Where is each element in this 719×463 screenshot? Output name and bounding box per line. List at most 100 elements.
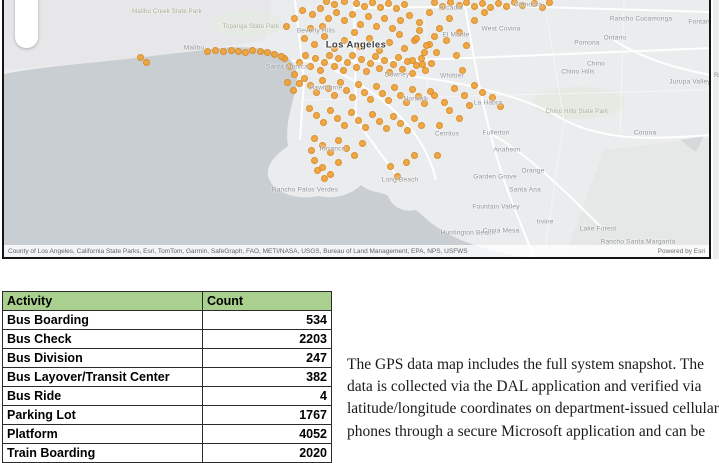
gps-point <box>366 95 374 103</box>
map-attribution-bar: County of Los Angeles, California State … <box>4 245 709 257</box>
gps-point <box>211 46 219 54</box>
city-label: Hawthorne <box>309 84 343 92</box>
gps-point <box>372 22 380 30</box>
city-label: Jurupa Valley <box>669 78 709 86</box>
table-row: Bus Ride 4 <box>2 386 332 406</box>
gps-point <box>311 54 319 62</box>
map-attribution-text: County of Los Angeles, California State … <box>8 247 468 255</box>
gps-point <box>412 34 420 42</box>
gps-point <box>348 93 356 101</box>
gps-point <box>364 12 372 20</box>
gps-point <box>415 18 423 26</box>
count-cell: 4 <box>202 386 332 406</box>
city-label: Pomona <box>574 39 600 47</box>
gps-point <box>394 53 402 61</box>
gps-point <box>418 60 426 68</box>
gps-point <box>392 4 400 12</box>
city-label: Cerritos <box>434 130 460 138</box>
gps-point <box>334 54 342 62</box>
city-label: Irvine <box>536 218 554 226</box>
gps-point <box>384 0 392 7</box>
gps-point <box>388 24 396 32</box>
gps-point <box>358 139 366 147</box>
city-label: Santa Ana <box>509 186 541 194</box>
gps-point <box>408 56 416 64</box>
gps-point <box>427 59 435 67</box>
activity-cell: Bus Division <box>2 348 203 368</box>
gps-point <box>390 83 398 91</box>
gps-point <box>356 20 364 28</box>
city-label: Lake Forest <box>579 225 617 233</box>
search-icon[interactable] <box>18 7 35 24</box>
gps-point <box>368 0 376 6</box>
gps-point <box>322 0 330 5</box>
gps-map[interactable]: Los Angeles Beverly Hills Santa Monica Mali… <box>4 0 709 257</box>
gps-point <box>375 117 383 125</box>
count-cell: 534 <box>202 310 332 330</box>
gps-point <box>360 2 368 10</box>
gps-point <box>430 0 438 6</box>
city-label: Whittier <box>440 72 464 80</box>
gps-point <box>350 151 358 159</box>
count-cell: 382 <box>202 367 332 387</box>
count-cell: 2020 <box>202 443 332 463</box>
gps-point <box>415 26 423 34</box>
gps-point <box>290 14 298 22</box>
gps-point <box>248 46 256 54</box>
activity-column-header: Activity <box>2 291 203 311</box>
gps-point <box>307 146 315 154</box>
gps-point <box>372 82 380 90</box>
gps-point <box>366 59 374 67</box>
gps-point <box>310 156 318 164</box>
gps-point <box>256 47 264 55</box>
city-label: Rancho Cucamonga <box>609 15 673 23</box>
gps-point <box>263 48 271 56</box>
gps-point <box>295 79 303 87</box>
city-label: Beverly Hills <box>296 27 336 35</box>
gps-point <box>384 96 392 104</box>
count-cell: 247 <box>202 348 332 368</box>
gps-point <box>371 52 379 60</box>
gps-point <box>332 8 340 16</box>
table-row: Platform 4052 <box>2 424 332 444</box>
gps-point <box>316 66 324 74</box>
bookmark-icon[interactable] <box>18 0 35 4</box>
activity-cell: Bus Check <box>2 329 203 349</box>
gps-point <box>420 48 428 56</box>
gps-point <box>400 0 408 8</box>
count-column-header: Count <box>202 291 332 311</box>
gps-point <box>326 170 334 178</box>
count-cell: 2203 <box>202 329 332 349</box>
table-row: Bus Division 247 <box>2 348 332 368</box>
map-edge-sliver: Riverside <box>713 0 719 259</box>
activity-cell: Train Boarding <box>2 443 203 463</box>
gps-point <box>395 30 403 38</box>
city-label: Chino Hills <box>561 68 595 76</box>
city-label: West Covina <box>481 25 521 33</box>
city-label: Topanga State Park <box>222 24 280 30</box>
gps-point <box>435 24 443 32</box>
gps-point <box>350 28 358 36</box>
gps-point <box>450 84 458 92</box>
gps-point <box>227 46 235 54</box>
gps-point <box>452 51 460 59</box>
gps-point <box>330 62 338 70</box>
gps-point <box>354 80 362 88</box>
gps-point <box>326 106 334 114</box>
gps-map-frame: Los Angeles Beverly Hills Santa Monica Mali… <box>2 0 711 259</box>
gps-point <box>375 64 383 72</box>
gps-point <box>445 106 453 114</box>
city-label: Orange <box>521 167 545 175</box>
city-label: Malibu Creek State Park <box>132 9 202 15</box>
gps-point <box>486 3 494 11</box>
account-icon[interactable] <box>18 27 35 44</box>
gps-point <box>430 32 438 40</box>
gps-point <box>324 14 332 22</box>
gps-point <box>348 51 356 59</box>
city-label: Norwalk <box>403 95 429 103</box>
city-label: Garden Grove <box>473 173 517 181</box>
gps-point <box>470 2 478 10</box>
gps-point <box>310 134 318 142</box>
city-label: Chino Hills State Park <box>545 109 609 115</box>
gps-point <box>333 114 341 122</box>
